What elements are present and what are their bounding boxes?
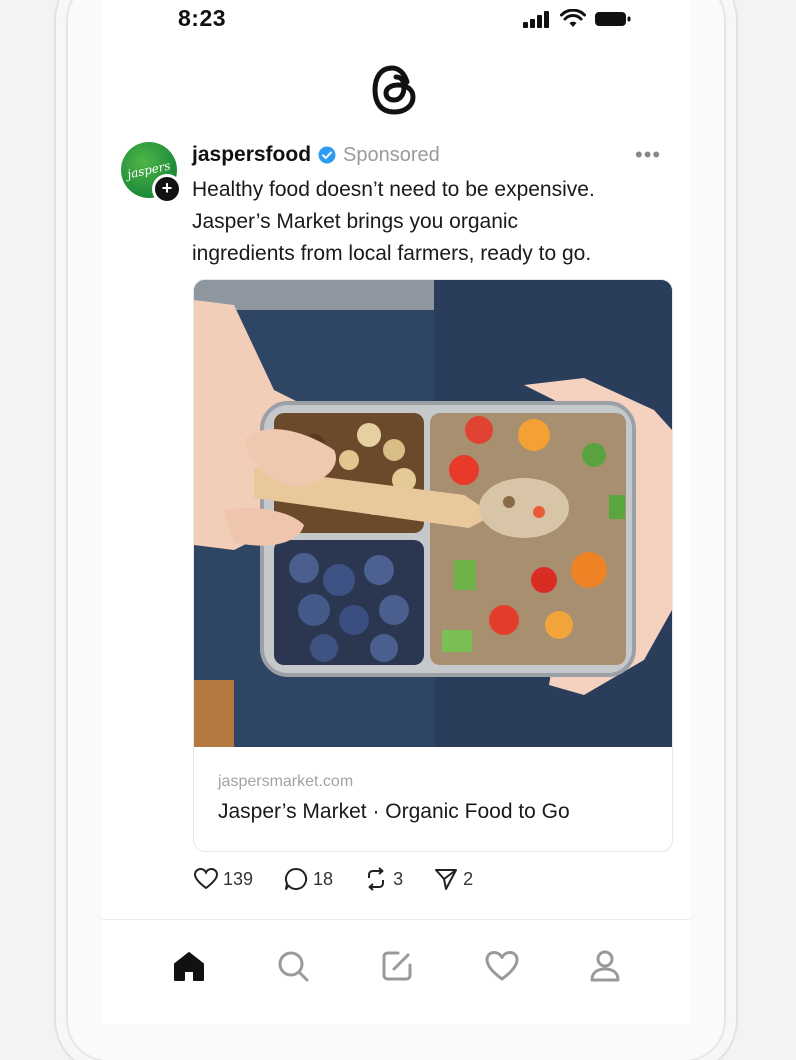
repost-button[interactable]: 3 xyxy=(363,866,403,892)
post-text: Healthy food doesn’t need to be expensiv… xyxy=(192,174,662,270)
tab-search[interactable] xyxy=(271,944,315,988)
tab-profile[interactable] xyxy=(583,944,627,988)
tab-home[interactable] xyxy=(167,944,211,988)
threads-logo-icon[interactable] xyxy=(368,62,422,118)
link-preview-card[interactable]: jaspersmarket.com Jasper’s Market · Orga… xyxy=(193,279,673,852)
share-count: 2 xyxy=(463,868,474,889)
like-count: 139 xyxy=(223,868,254,889)
reply-count: 18 xyxy=(313,868,334,889)
repost-count: 3 xyxy=(393,868,404,889)
username[interactable]: jaspersfood xyxy=(192,143,311,167)
tab-bar-divider xyxy=(102,919,690,920)
cellular-signal-icon xyxy=(523,11,549,28)
food-bowl-photo xyxy=(194,280,672,747)
link-domain: jaspersmarket.com xyxy=(218,773,354,790)
tab-activity[interactable] xyxy=(480,944,524,988)
like-button[interactable]: 139 xyxy=(193,866,253,892)
heart-icon xyxy=(193,867,219,890)
post-actions: 139 18 3 2 xyxy=(193,866,503,892)
repost-icon xyxy=(368,867,385,891)
reply-button[interactable]: 18 xyxy=(283,866,333,892)
battery-icon xyxy=(595,12,631,26)
bottom-tab-bar xyxy=(102,940,690,1000)
app-screen: 8:23 jaspers + jaspersfood Sponsored •••… xyxy=(102,0,690,1024)
tab-compose[interactable] xyxy=(375,944,419,988)
verified-badge-icon xyxy=(318,146,336,164)
send-icon xyxy=(435,869,458,890)
wifi-icon xyxy=(560,9,586,27)
sponsored-label: Sponsored xyxy=(343,143,440,166)
profile-icon xyxy=(590,950,620,982)
link-title[interactable]: Jasper’s Market · Organic Food to Go xyxy=(218,800,570,824)
search-icon xyxy=(278,951,309,982)
post-header: jaspersfood Sponsored xyxy=(192,143,440,167)
reply-bubble-icon xyxy=(284,867,308,890)
post-text-line: Healthy food doesn’t need to be expensiv… xyxy=(192,178,595,201)
compose-icon xyxy=(382,951,412,981)
home-icon xyxy=(174,952,204,981)
status-icons xyxy=(522,9,632,29)
heart-icon xyxy=(485,951,519,981)
status-bar: 8:23 xyxy=(102,0,690,40)
more-options-icon[interactable]: ••• xyxy=(635,144,661,166)
post-text-line: Jasper’s Market brings you organic xyxy=(192,210,519,233)
post-text-line: ingredients from local farmers, ready to… xyxy=(192,242,592,265)
share-button[interactable]: 2 xyxy=(433,866,473,892)
follow-plus-icon[interactable]: + xyxy=(152,174,182,204)
status-time: 8:23 xyxy=(178,5,227,31)
